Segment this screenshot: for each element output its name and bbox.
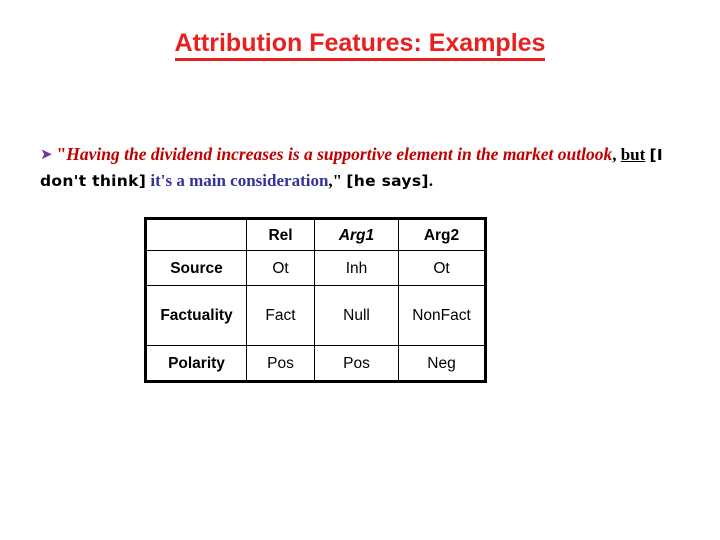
table-cell-polarity-arg2: Neg [398, 345, 486, 382]
table-header-arg1: Arg1 [314, 218, 399, 251]
table-row-label-factuality: Factuality [145, 285, 247, 346]
example-cue-but: but [620, 145, 646, 164]
example-final-period: . [428, 171, 433, 190]
table-cell-factuality-rel: Fact [246, 285, 315, 346]
example-close-quote: ," [328, 171, 347, 190]
table-header-corner-cell [145, 218, 247, 251]
table-header-arg2: Arg2 [398, 218, 486, 251]
page-title-text: Attribution Features: Examples [174, 29, 546, 61]
table-cell-polarity-rel: Pos [246, 345, 315, 382]
example-arg2-text: it's a main consideration [150, 171, 329, 190]
table-header-rel: Rel [246, 218, 315, 251]
table-cell-polarity-arg1: Pos [314, 345, 399, 382]
table-cell-source-arg1: Inh [314, 250, 399, 286]
arrow-bullet-icon: ➤ [40, 145, 53, 163]
table-row: Polarity Pos Pos Neg [145, 345, 486, 382]
example-quoted-content: Having the dividend increases is a suppo… [66, 144, 613, 164]
table-header-row: Rel Arg1 Arg2 [145, 218, 486, 251]
example-sentence-block: ➤ "Having the dividend increases is a sup… [40, 142, 670, 194]
example-open-quote: " [56, 144, 67, 164]
table-row: Source Ot Inh Ot [145, 250, 486, 286]
example-comma: , [612, 145, 621, 164]
table-row-label-polarity: Polarity [145, 345, 247, 382]
attribution-features-table: Rel Arg1 Arg2 Source Ot Inh Ot Factualit… [144, 217, 487, 383]
table-cell-source-rel: Ot [246, 250, 315, 286]
page-title: Attribution Features: Examples [0, 28, 720, 61]
table-cell-factuality-arg2: NonFact [398, 285, 486, 346]
table-row: Factuality Fact Null NonFact [145, 285, 486, 346]
table-cell-factuality-arg1: Null [314, 285, 399, 346]
example-source-he-says: [he says] [346, 172, 429, 190]
table-row-label-source: Source [145, 250, 247, 286]
table-cell-source-arg2: Ot [398, 250, 486, 286]
